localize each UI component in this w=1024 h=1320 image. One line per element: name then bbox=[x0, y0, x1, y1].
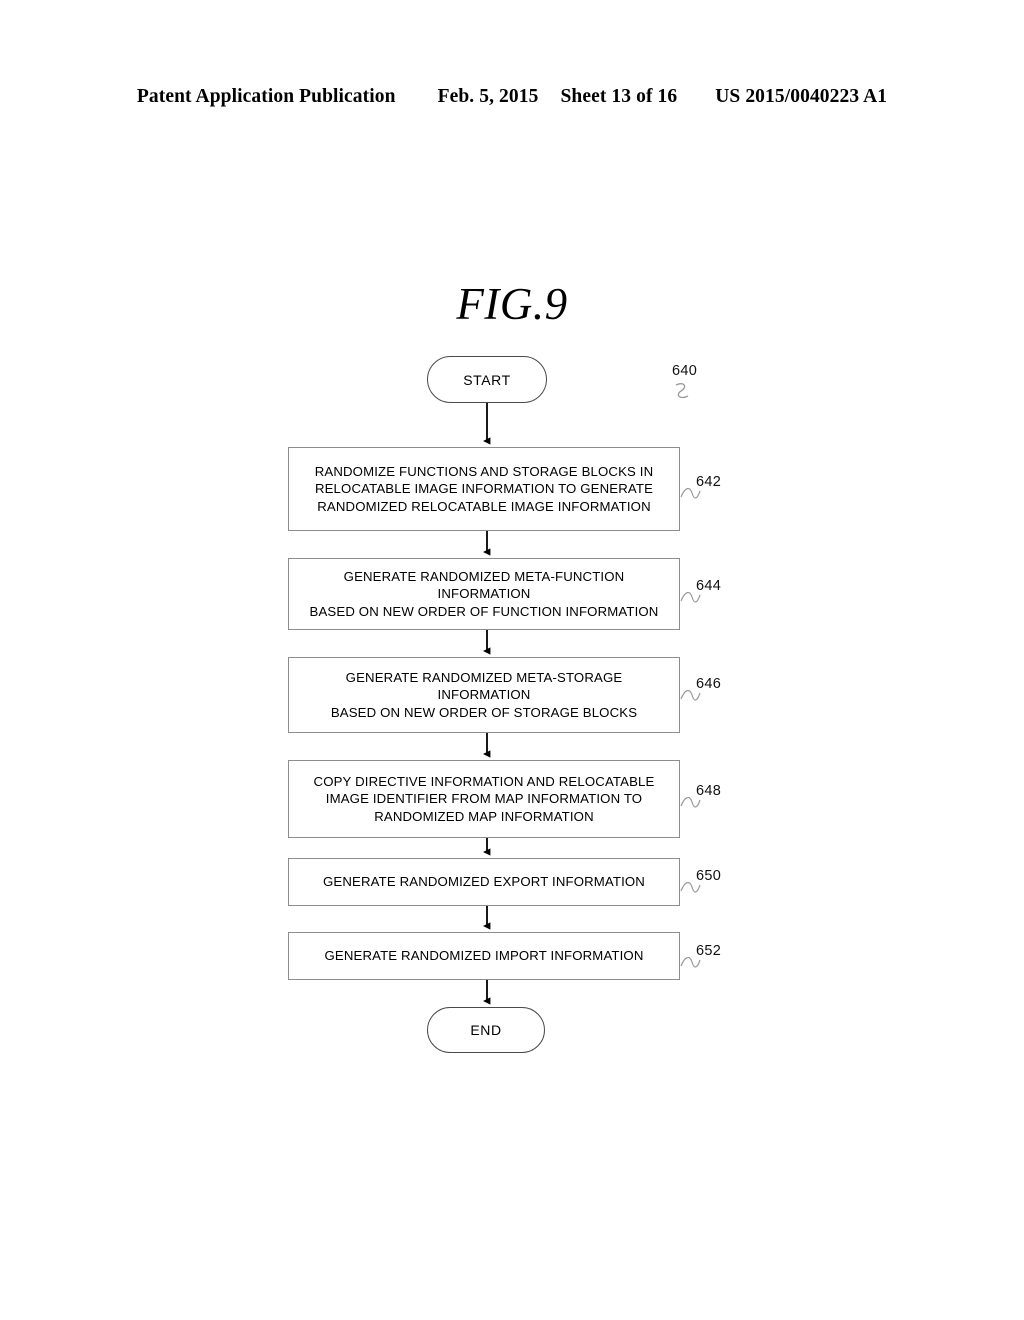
reference-numeral-642: 642 bbox=[696, 474, 722, 490]
flow-step-648[interactable]: COPY DIRECTIVE INFORMATION AND RELOCATAB… bbox=[288, 760, 680, 838]
flow-step-652[interactable]: GENERATE RANDOMIZED IMPORT INFORMATION bbox=[288, 932, 680, 980]
reference-numeral-644: 644 bbox=[696, 578, 722, 594]
flow-step-642-text: RANDOMIZE FUNCTIONS AND STORAGE BLOCKS I… bbox=[314, 463, 654, 514]
flow-step-644[interactable]: GENERATE RANDOMIZED META-FUNCTION INFORM… bbox=[288, 558, 680, 630]
reference-numeral-646: 646 bbox=[696, 676, 722, 692]
flow-node-end-label: END bbox=[470, 1022, 502, 1038]
reference-numeral-640: 640 bbox=[672, 363, 698, 379]
flow-step-650[interactable]: GENERATE RANDOMIZED EXPORT INFORMATION bbox=[288, 858, 680, 906]
reference-numeral-652: 652 bbox=[696, 943, 722, 959]
flow-node-start[interactable]: START bbox=[427, 356, 547, 403]
flow-step-648-text: COPY DIRECTIVE INFORMATION AND RELOCATAB… bbox=[313, 773, 655, 824]
flow-node-start-label: START bbox=[463, 371, 511, 388]
reference-numeral-650: 650 bbox=[696, 868, 722, 884]
flowchart-diagram: START RANDOMIZE FUNCTIONS AND STORAGE BL… bbox=[0, 0, 1024, 1320]
flow-step-646[interactable]: GENERATE RANDOMIZED META-STORAGE INFORMA… bbox=[288, 657, 680, 733]
flow-step-644-text: GENERATE RANDOMIZED META-FUNCTION INFORM… bbox=[309, 568, 659, 619]
leader-line-640 bbox=[675, 383, 689, 399]
reference-numeral-648: 648 bbox=[696, 783, 722, 799]
flow-step-642[interactable]: RANDOMIZE FUNCTIONS AND STORAGE BLOCKS I… bbox=[288, 447, 680, 531]
flow-step-646-text: GENERATE RANDOMIZED META-STORAGE INFORMA… bbox=[330, 669, 638, 720]
flow-step-652-text: GENERATE RANDOMIZED IMPORT INFORMATION bbox=[324, 948, 644, 964]
flow-node-end[interactable]: END bbox=[427, 1007, 545, 1053]
flow-step-650-text: GENERATE RANDOMIZED EXPORT INFORMATION bbox=[323, 874, 645, 890]
